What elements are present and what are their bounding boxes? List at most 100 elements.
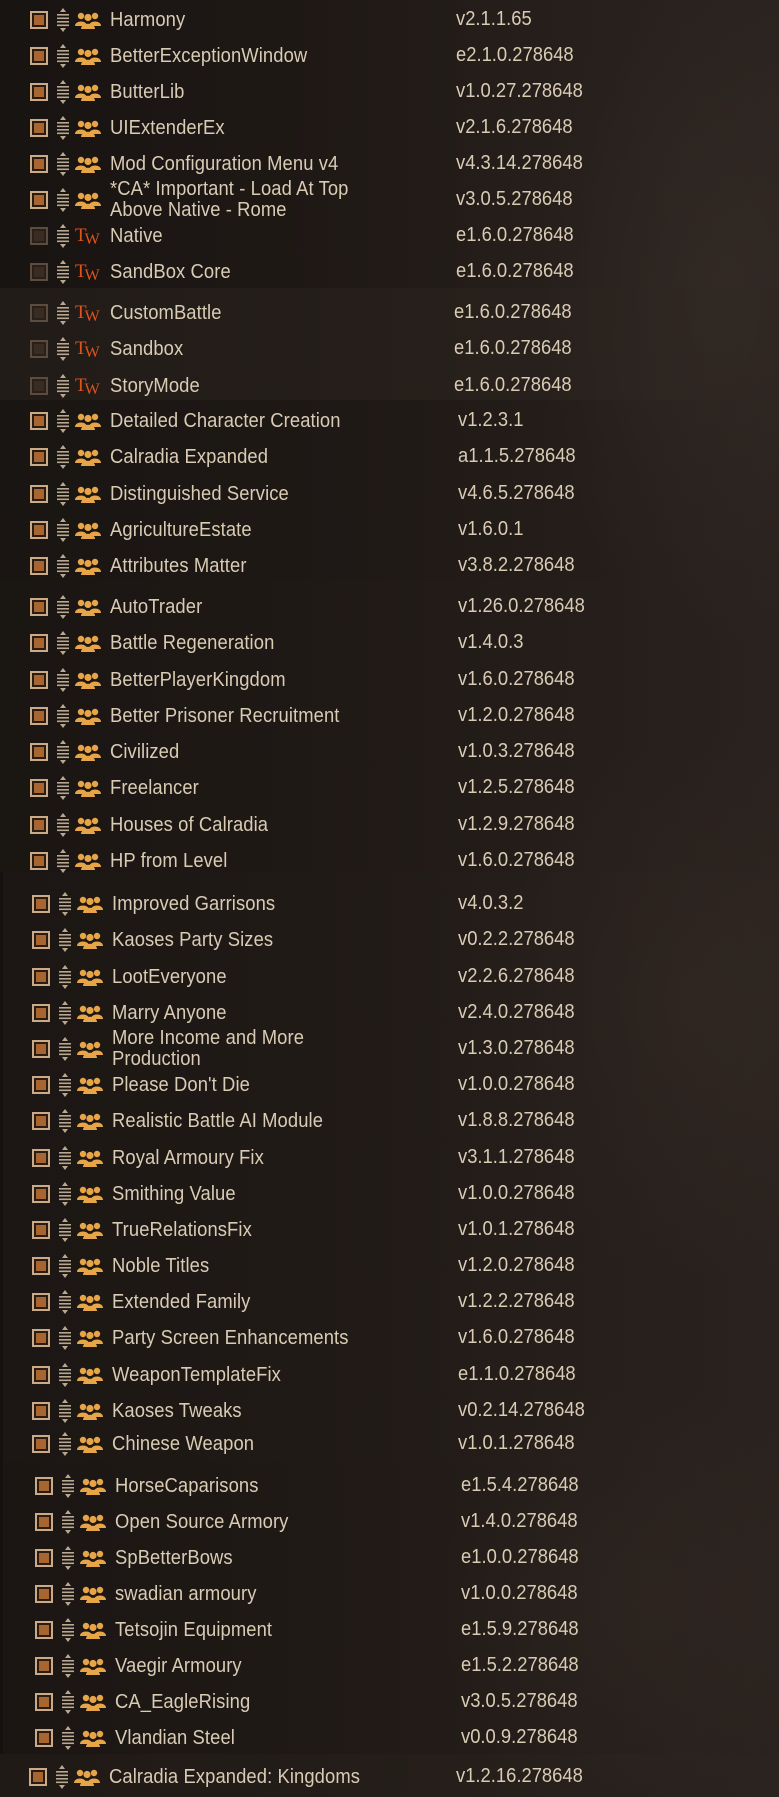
drag-handle-icon[interactable] [58,1290,72,1314]
drag-handle-icon[interactable] [56,409,70,433]
drag-handle-icon[interactable] [56,849,70,873]
drag-handle-icon[interactable] [56,595,70,619]
mod-enable-checkbox[interactable] [30,816,48,834]
drag-handle-icon[interactable] [58,1037,72,1061]
drag-handle-icon[interactable] [56,554,70,578]
mod-enable-checkbox[interactable] [32,1149,50,1167]
mod-enable-checkbox[interactable] [30,412,48,430]
drag-handle-icon[interactable] [56,631,70,655]
mod-enable-checkbox[interactable] [35,1585,53,1603]
drag-handle-icon[interactable] [56,740,70,764]
drag-handle-icon[interactable] [56,445,70,469]
drag-handle-icon[interactable] [56,337,70,361]
mod-enable-checkbox[interactable] [32,1293,50,1311]
drag-handle-icon[interactable] [58,928,72,952]
drag-handle-icon[interactable] [56,776,70,800]
drag-handle-icon[interactable] [61,1654,75,1678]
drag-handle-icon[interactable] [56,260,70,284]
drag-handle-icon[interactable] [56,8,70,32]
mod-enable-checkbox[interactable] [35,1729,53,1747]
mod-enable-checkbox[interactable] [32,1040,50,1058]
mod-enable-checkbox[interactable] [30,155,48,173]
mod-enable-checkbox[interactable] [32,1435,50,1453]
drag-handle-icon[interactable] [58,1363,72,1387]
mod-enable-checkbox[interactable] [35,1513,53,1531]
drag-handle-icon[interactable] [61,1510,75,1534]
mod-enable-checkbox[interactable] [30,707,48,725]
mod-enable-checkbox[interactable] [30,598,48,616]
mod-enable-checkbox[interactable] [30,304,48,322]
mod-enable-checkbox[interactable] [30,119,48,137]
mod-row[interactable]: Improved Garrisons [32,887,632,921]
drag-handle-icon[interactable] [61,1546,75,1570]
drag-handle-icon[interactable] [56,374,70,398]
drag-handle-icon[interactable] [58,1254,72,1278]
drag-handle-icon[interactable] [58,1073,72,1097]
drag-handle-icon[interactable] [56,813,70,837]
drag-handle-icon[interactable] [56,188,70,212]
mod-enable-checkbox[interactable] [35,1477,53,1495]
mod-enable-checkbox[interactable] [30,671,48,689]
mod-enable-checkbox[interactable] [30,377,48,395]
mod-enable-checkbox[interactable] [30,521,48,539]
drag-handle-icon[interactable] [56,704,70,728]
mod-enable-checkbox[interactable] [32,1076,50,1094]
drag-handle-icon[interactable] [56,518,70,542]
mod-enable-checkbox[interactable] [30,779,48,797]
drag-handle-icon[interactable] [61,1690,75,1714]
drag-handle-icon[interactable] [61,1726,75,1750]
mod-enable-checkbox[interactable] [32,1221,50,1239]
mod-enable-checkbox[interactable] [30,263,48,281]
drag-handle-icon[interactable] [56,116,70,140]
drag-handle-icon[interactable] [55,1765,69,1789]
drag-handle-icon[interactable] [56,152,70,176]
mod-enable-checkbox[interactable] [29,1768,47,1786]
mod-row[interactable]: Battle Regeneration [30,626,630,660]
drag-handle-icon[interactable] [58,1432,72,1456]
mod-enable-checkbox[interactable] [35,1621,53,1639]
drag-handle-icon[interactable] [56,482,70,506]
drag-handle-icon[interactable] [61,1474,75,1498]
mod-enable-checkbox[interactable] [35,1549,53,1567]
mod-enable-checkbox[interactable] [30,485,48,503]
mod-enable-checkbox[interactable] [30,340,48,358]
mod-row[interactable]: Harmony [30,3,630,37]
drag-handle-icon[interactable] [58,1109,72,1133]
drag-handle-icon[interactable] [56,224,70,248]
mod-enable-checkbox[interactable] [32,895,50,913]
mod-enable-checkbox[interactable] [30,557,48,575]
drag-handle-icon[interactable] [58,1146,72,1170]
mod-enable-checkbox[interactable] [32,1366,50,1384]
mod-enable-checkbox[interactable] [30,743,48,761]
drag-handle-icon[interactable] [56,80,70,104]
mod-enable-checkbox[interactable] [35,1657,53,1675]
mod-enable-checkbox[interactable] [30,11,48,29]
mod-enable-checkbox[interactable] [32,968,50,986]
mod-enable-checkbox[interactable] [30,634,48,652]
drag-handle-icon[interactable] [56,44,70,68]
drag-handle-icon[interactable] [56,668,70,692]
mod-enable-checkbox[interactable] [32,1185,50,1203]
drag-handle-icon[interactable] [58,1326,72,1350]
mod-enable-checkbox[interactable] [30,83,48,101]
drag-handle-icon[interactable] [61,1618,75,1642]
mod-enable-checkbox[interactable] [30,852,48,870]
mod-enable-checkbox[interactable] [35,1693,53,1711]
mod-enable-checkbox[interactable] [30,191,48,209]
mod-enable-checkbox[interactable] [32,1329,50,1347]
drag-handle-icon[interactable] [56,301,70,325]
drag-handle-icon[interactable] [58,892,72,916]
mod-enable-checkbox[interactable] [30,227,48,245]
drag-handle-icon[interactable] [58,965,72,989]
drag-handle-icon[interactable] [58,1182,72,1206]
mod-row[interactable]: Detailed Character Creation [30,404,630,438]
drag-handle-icon[interactable] [58,1399,72,1423]
mod-enable-checkbox[interactable] [30,47,48,65]
mod-enable-checkbox[interactable] [32,1257,50,1275]
mod-row[interactable]: AgricultureEstate [30,513,630,547]
mod-enable-checkbox[interactable] [32,931,50,949]
drag-handle-icon[interactable] [61,1582,75,1606]
mod-enable-checkbox[interactable] [30,448,48,466]
mod-enable-checkbox[interactable] [32,1402,50,1420]
drag-handle-icon[interactable] [58,1001,72,1025]
